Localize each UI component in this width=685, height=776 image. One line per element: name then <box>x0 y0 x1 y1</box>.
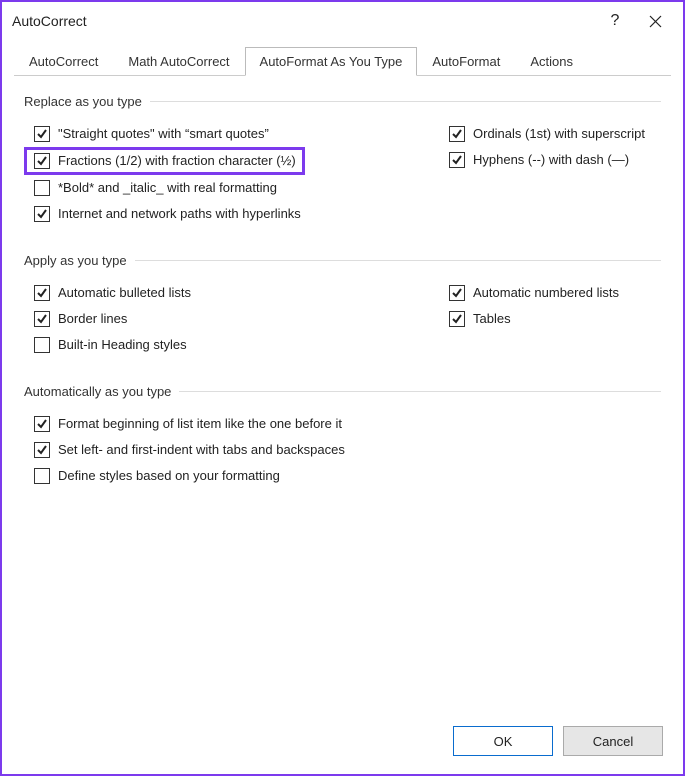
check-auto-bullets[interactable]: Automatic bulleted lists <box>24 280 439 306</box>
check-hyperlinks[interactable]: Internet and network paths with hyperlin… <box>24 201 439 227</box>
check-label: Define styles based on your formatting <box>58 467 280 485</box>
check-label: Automatic numbered lists <box>473 284 619 302</box>
check-fractions[interactable]: Fractions (1/2) with fraction character … <box>24 147 305 175</box>
group-automatically: Automatically as you type Format beginni… <box>24 384 661 489</box>
window-title: AutoCorrect <box>12 13 595 29</box>
close-icon[interactable] <box>635 2 675 40</box>
check-format-list-begin[interactable]: Format beginning of list item like the o… <box>24 411 661 437</box>
checkbox-icon <box>34 442 50 458</box>
checkbox-icon <box>34 153 50 169</box>
check-set-indent[interactable]: Set left- and first-indent with tabs and… <box>24 437 661 463</box>
checkbox-icon <box>34 311 50 327</box>
check-label: Fractions (1/2) with fraction character … <box>58 152 296 170</box>
checkbox-icon <box>34 468 50 484</box>
check-label: Set left- and first-indent with tabs and… <box>58 441 345 459</box>
group-title: Replace as you type <box>24 94 142 109</box>
checkbox-icon <box>449 126 465 142</box>
help-icon[interactable]: ? <box>595 2 635 40</box>
title-bar: AutoCorrect ? <box>2 2 683 40</box>
check-label: Tables <box>473 310 511 328</box>
check-define-styles[interactable]: Define styles based on your formatting <box>24 463 661 489</box>
check-auto-numbers[interactable]: Automatic numbered lists <box>439 280 661 306</box>
checkbox-icon <box>34 337 50 353</box>
checkbox-icon <box>34 180 50 196</box>
checkbox-icon <box>34 285 50 301</box>
group-title: Apply as you type <box>24 253 127 268</box>
checkbox-icon <box>449 285 465 301</box>
checkbox-icon <box>449 311 465 327</box>
check-label: *Bold* and _italic_ with real formatting <box>58 179 277 197</box>
dialog-buttons: OK Cancel <box>453 726 663 756</box>
group-replace: Replace as you type "Straight quotes" wi… <box>24 94 661 227</box>
checkbox-icon <box>34 416 50 432</box>
divider <box>179 391 661 392</box>
tab-bar: AutoCorrect Math AutoCorrect AutoFormat … <box>14 46 671 76</box>
check-label: Format beginning of list item like the o… <box>58 415 342 433</box>
check-bold-italic[interactable]: *Bold* and _italic_ with real formatting <box>24 175 439 201</box>
checkbox-icon <box>34 126 50 142</box>
tab-autoformat-as-you-type[interactable]: AutoFormat As You Type <box>245 47 418 76</box>
check-label: Ordinals (1st) with superscript <box>473 125 645 143</box>
group-header: Automatically as you type <box>24 384 661 399</box>
check-hyphens[interactable]: Hyphens (--) with dash (—) <box>439 147 661 173</box>
check-ordinals[interactable]: Ordinals (1st) with superscript <box>439 121 661 147</box>
check-border-lines[interactable]: Border lines <box>24 306 439 332</box>
dialog-content: Replace as you type "Straight quotes" wi… <box>2 76 683 525</box>
divider <box>150 101 661 102</box>
divider <box>135 260 661 261</box>
tab-autoformat[interactable]: AutoFormat <box>417 47 515 76</box>
check-label: Internet and network paths with hyperlin… <box>58 205 301 223</box>
tab-actions[interactable]: Actions <box>515 47 588 76</box>
check-label: Automatic bulleted lists <box>58 284 191 302</box>
group-apply: Apply as you type Automatic bulleted lis… <box>24 253 661 358</box>
checkbox-icon <box>449 152 465 168</box>
tab-math-autocorrect[interactable]: Math AutoCorrect <box>113 47 244 76</box>
checkbox-icon <box>34 206 50 222</box>
check-label: Border lines <box>58 310 127 328</box>
check-straight-quotes[interactable]: "Straight quotes" with “smart quotes” <box>24 121 439 147</box>
group-header: Apply as you type <box>24 253 661 268</box>
cancel-button[interactable]: Cancel <box>563 726 663 756</box>
check-label: Built-in Heading styles <box>58 336 187 354</box>
check-label: Hyphens (--) with dash (—) <box>473 151 629 169</box>
ok-button[interactable]: OK <box>453 726 553 756</box>
group-header: Replace as you type <box>24 94 661 109</box>
check-heading-styles[interactable]: Built-in Heading styles <box>24 332 439 358</box>
check-label: "Straight quotes" with “smart quotes” <box>58 125 269 143</box>
group-title: Automatically as you type <box>24 384 171 399</box>
check-tables[interactable]: Tables <box>439 306 661 332</box>
tab-autocorrect[interactable]: AutoCorrect <box>14 47 113 76</box>
